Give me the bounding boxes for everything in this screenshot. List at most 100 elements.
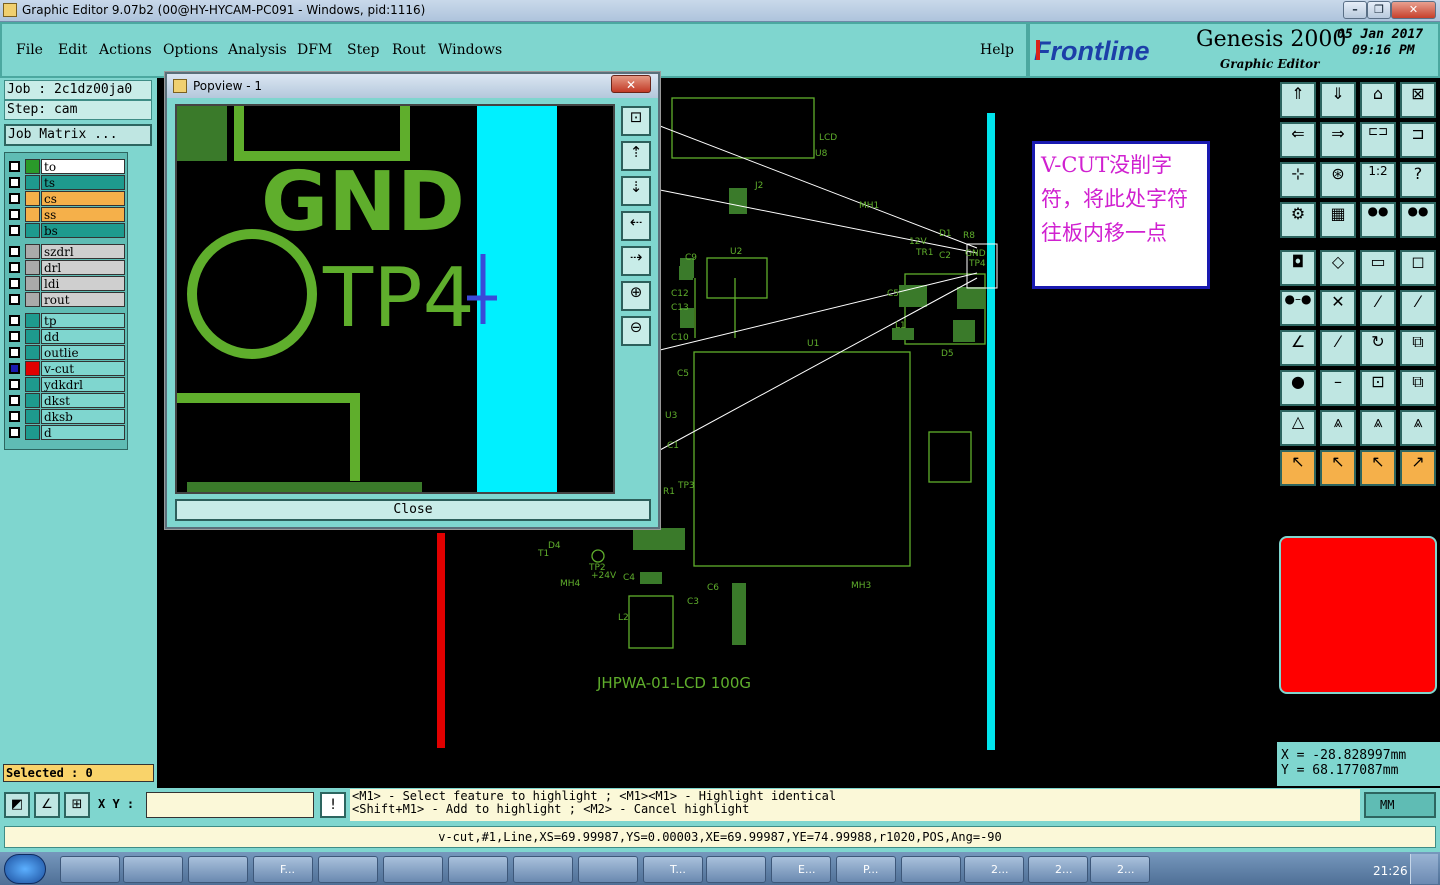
angle-icon[interactable]: ∠ — [34, 792, 60, 818]
layer-row-szdrl[interactable]: szdrl — [7, 244, 125, 259]
taskbar-item[interactable]: T... — [643, 856, 703, 883]
layer-color-swatch[interactable] — [25, 393, 40, 408]
layer-row-rout[interactable]: rout — [7, 292, 125, 307]
menu-help[interactable]: Help — [980, 42, 1014, 58]
menu-analysis[interactable]: Analysis — [228, 42, 287, 58]
layer-checkbox[interactable] — [9, 331, 20, 342]
popview-pan-up-button[interactable]: ⇡ — [621, 141, 651, 171]
copy-icon[interactable]: ◇ — [1320, 250, 1356, 286]
layer-color-swatch[interactable] — [25, 191, 40, 206]
zoom-down-icon[interactable]: ⇓ — [1320, 82, 1356, 118]
group-icon[interactable]: ⧉ — [1400, 370, 1436, 406]
layer-checkbox[interactable] — [9, 347, 20, 358]
taskbar-item[interactable]: F... — [253, 856, 313, 883]
layer-checkbox[interactable] — [9, 225, 20, 236]
layer-checkbox[interactable] — [9, 315, 20, 326]
connect-icon[interactable]: ●–● — [1280, 290, 1316, 326]
layer-color-swatch[interactable] — [25, 207, 40, 222]
layer-checkbox[interactable] — [9, 427, 20, 438]
point-icon[interactable]: ● — [1280, 370, 1316, 406]
taskbar-item[interactable] — [448, 856, 508, 883]
layer-checkbox[interactable] — [9, 193, 20, 204]
layer-color-swatch[interactable] — [25, 329, 40, 344]
select-2-icon[interactable]: ↖ — [1360, 450, 1396, 486]
menu-windows[interactable]: Windows — [438, 42, 502, 58]
popview-pan-right-button[interactable]: ⇢ — [621, 246, 651, 276]
layer-name[interactable]: ss — [41, 207, 125, 222]
layer-name[interactable]: szdrl — [41, 244, 125, 259]
layer-name[interactable]: bs — [41, 223, 125, 238]
ratio-icon[interactable]: 1:2 — [1360, 162, 1396, 198]
layer-row-outlie[interactable]: outlie — [7, 345, 125, 360]
start-button[interactable] — [4, 854, 46, 884]
layer-toggle-icon[interactable]: ●● — [1360, 202, 1396, 238]
layer-name[interactable]: dksb — [41, 409, 125, 424]
layer-checkbox[interactable] — [9, 246, 20, 257]
triangle-icon[interactable]: △ — [1280, 410, 1316, 446]
measure-icon[interactable]: ⊡ — [1360, 370, 1396, 406]
layer-name[interactable]: to — [41, 159, 125, 174]
layer-row-ts[interactable]: ts — [7, 175, 125, 190]
layer-row-ldi[interactable]: ldi — [7, 276, 125, 291]
popview-close-x-button[interactable]: ✕ — [611, 75, 651, 93]
maximize-button[interactable]: ❐ — [1367, 1, 1391, 19]
layer-checkbox[interactable] — [9, 379, 20, 390]
layer-name[interactable]: ydkdrl — [41, 377, 125, 392]
grid-icon[interactable]: ▦ — [1320, 202, 1356, 238]
layer-row-drl[interactable]: drl — [7, 260, 125, 275]
select-icon[interactable]: ↖ — [1320, 450, 1356, 486]
layer-checkbox[interactable] — [9, 294, 20, 305]
layer-name[interactable]: drl — [41, 260, 125, 275]
ruler-icon[interactable]: ▭ — [1360, 250, 1396, 286]
grid-icon[interactable]: ⊞ — [64, 792, 90, 818]
layer-color-swatch[interactable] — [25, 313, 40, 328]
layer-name[interactable]: d — [41, 425, 125, 440]
popview-close-button[interactable]: Close — [175, 499, 651, 521]
layer-name[interactable]: ldi — [41, 276, 125, 291]
arch-icon[interactable]: ⩓ — [1360, 410, 1396, 446]
show-desktop-button[interactable] — [1410, 854, 1438, 884]
delete-icon[interactable]: ✕ — [1320, 290, 1356, 326]
units-select[interactable]: MM — [1364, 792, 1436, 818]
layer-checkbox[interactable] — [9, 177, 20, 188]
menu-file[interactable]: File — [16, 42, 43, 58]
layer-color-swatch[interactable] — [25, 292, 40, 307]
layer-row-dkst[interactable]: dkst — [7, 393, 125, 408]
minimize-button[interactable]: – — [1343, 1, 1367, 19]
pan-right-icon[interactable]: ⇒ — [1320, 122, 1356, 158]
layer-row-cs[interactable]: cs — [7, 191, 125, 206]
taskbar-item[interactable]: 2... — [964, 856, 1024, 883]
layer-name[interactable]: tp — [41, 313, 125, 328]
layer-name[interactable]: dd — [41, 329, 125, 344]
taskbar-item[interactable]: 2... — [1028, 856, 1088, 883]
layer-color-swatch[interactable] — [25, 345, 40, 360]
menu-actions[interactable]: Actions — [99, 42, 152, 58]
layer-checkbox[interactable] — [9, 278, 20, 289]
taskbar-item[interactable]: 2... — [1090, 856, 1150, 883]
layer-checkbox[interactable] — [9, 411, 20, 422]
zoom-window-icon[interactable]: ⊠ — [1400, 82, 1436, 118]
layer-row-ydkdrl[interactable]: ydkdrl — [7, 377, 125, 392]
layer-checkbox[interactable] — [9, 262, 20, 273]
layer-row-dd[interactable]: dd — [7, 329, 125, 344]
layer-row-tp[interactable]: tp — [7, 313, 125, 328]
layer-row-d[interactable]: d — [7, 425, 125, 440]
zoom-house-icon[interactable]: ⌂ — [1360, 82, 1396, 118]
taskbar-item[interactable] — [188, 856, 248, 883]
pad-icon[interactable]: ◘ — [1280, 250, 1316, 286]
taskbar-item[interactable] — [706, 856, 766, 883]
layer-name[interactable]: ts — [41, 175, 125, 190]
layer-color-swatch[interactable] — [25, 425, 40, 440]
pointer-icon[interactable]: ↖ — [1280, 450, 1316, 486]
layer-color-swatch[interactable] — [25, 223, 40, 238]
popview-zoom-out-button[interactable]: ⊖ — [621, 316, 651, 346]
taskbar-item[interactable] — [578, 856, 638, 883]
merge-icon[interactable]: ⧉ — [1400, 330, 1436, 366]
angle-icon[interactable]: ∠ — [1280, 330, 1316, 366]
center-icon[interactable]: ⊹ — [1280, 162, 1316, 198]
job-matrix-button[interactable]: Job Matrix ... — [4, 124, 152, 146]
frame-icon[interactable]: ◻ — [1400, 250, 1436, 286]
menu-step[interactable]: Step — [347, 42, 379, 58]
layer-checkbox[interactable] — [9, 209, 20, 220]
pan-left-icon[interactable]: ⇐ — [1280, 122, 1316, 158]
